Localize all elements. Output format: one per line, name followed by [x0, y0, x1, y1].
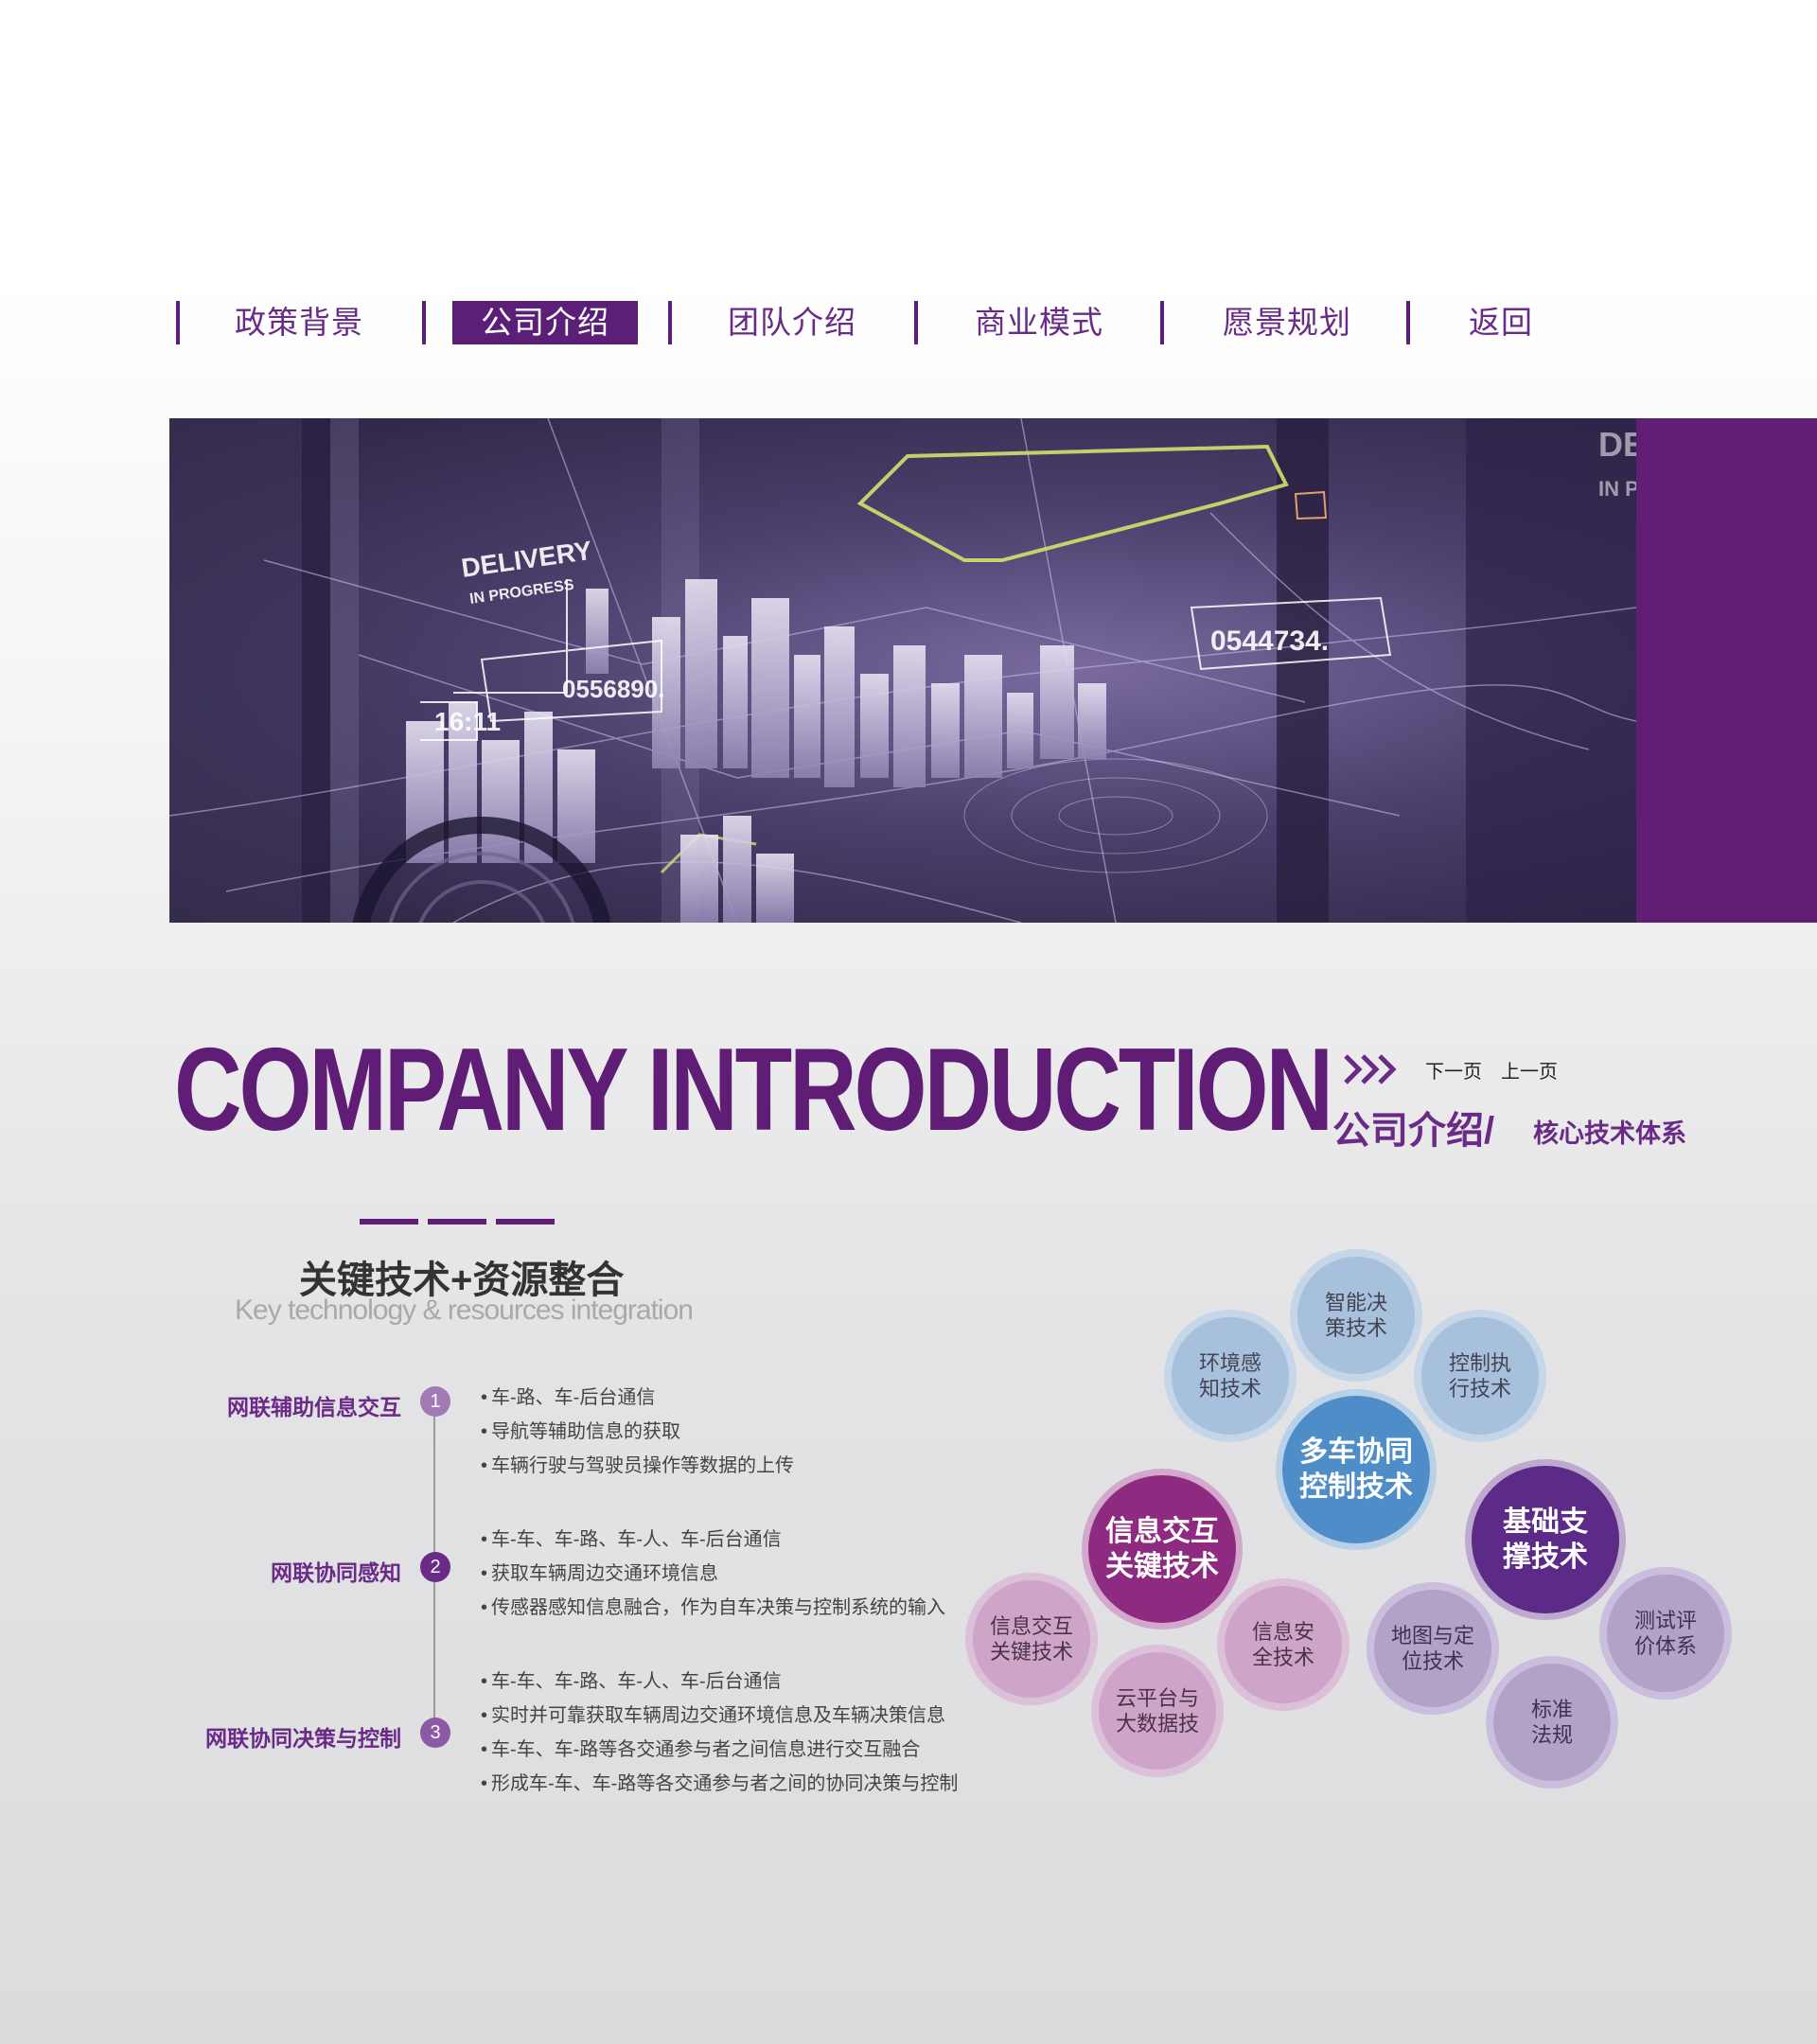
- hud-text-side-2: IN P: [1598, 477, 1636, 501]
- chevron-right-icon: [1344, 1054, 1397, 1084]
- bubble-environment-perception: 环境感知技术: [1164, 1310, 1297, 1442]
- top-nav: 政策背景 公司介绍 团队介绍 商业模式 愿景规划 返回: [176, 301, 1577, 346]
- bubble-info-interaction-center: 信息交互关键技术: [1082, 1469, 1243, 1630]
- bullet-item: 车-车、车-路等各交通参与者之间信息进行交互融合: [481, 1734, 920, 1761]
- deco-bar: [496, 1219, 555, 1225]
- hud-text-side: DE: [1598, 425, 1636, 464]
- bubble-test-evaluation: 测试评价体系: [1599, 1567, 1732, 1700]
- section-subtitle-small: 核心技术体系: [1533, 1119, 1686, 1148]
- bubble-intelligent-decision: 智能决策技术: [1290, 1249, 1422, 1382]
- bubble-info-security: 信息安全技术: [1217, 1578, 1350, 1711]
- bullet-item: 获取车辆周边交通环境信息: [481, 1558, 718, 1585]
- bullet-item: 车-车、车-路、车-人、车-后台通信: [481, 1524, 782, 1551]
- bubble-basic-support: 基础支撑技术: [1465, 1459, 1626, 1620]
- city-hud-image: DELIVERY IN PROGRESS 16:11 0556890. 0544…: [169, 418, 1636, 923]
- section-subtitle: 公司介绍/: [1332, 1110, 1495, 1152]
- section-subheading: Key technology & resources integration: [235, 1295, 694, 1326]
- hud-text-order-2: 0544734.: [1210, 626, 1329, 657]
- timeline-label: 网联辅助信息交互: [227, 1395, 401, 1419]
- timeline-label: 网联协同感知: [271, 1560, 401, 1585]
- bullet-item: 传感器感知信息融合，作为自车决策与控制系统的输入: [481, 1592, 945, 1619]
- nav-divider: [1160, 301, 1164, 344]
- nav-item-team[interactable]: 团队介绍: [697, 301, 887, 344]
- hud-text-progress: IN PROGRESS: [468, 577, 575, 608]
- bubble-multi-vehicle-control: 多车协同控制技术: [1276, 1389, 1437, 1550]
- nav-divider: [914, 301, 918, 344]
- bullet-item: 导航等辅助信息的获取: [481, 1416, 680, 1443]
- bullet-item: 车辆行驶与驾驶员操作等数据的上传: [481, 1450, 794, 1477]
- bullet-item: 实时并可靠获取车辆周边交通环境信息及车辆决策信息: [481, 1700, 945, 1727]
- hero-banner: DELIVERY IN PROGRESS 16:11 0556890. 0544…: [169, 418, 1817, 923]
- bubble-control-execution: 控制执行技术: [1414, 1310, 1546, 1442]
- hud-text-order-1: 0556890.: [562, 675, 664, 703]
- bullet-item: 车-车、车-路、车-人、车-后台通信: [481, 1665, 782, 1693]
- deco-bar: [360, 1219, 418, 1225]
- banner-accent-block: [1636, 418, 1817, 923]
- hud-text-delivery: DELIVERY: [460, 536, 594, 583]
- timeline-number: 3: [420, 1718, 450, 1748]
- bubble-map-positioning: 地图与定位技术: [1367, 1582, 1499, 1715]
- bubble-standards-regulations: 标准法规: [1486, 1656, 1618, 1788]
- prev-page-link[interactable]: 上一页: [1501, 1056, 1558, 1084]
- nav-item-vision[interactable]: 愿景规划: [1192, 301, 1382, 344]
- bubble-info-interaction: 信息交互关键技术: [965, 1573, 1098, 1705]
- timeline-number: 2: [420, 1552, 450, 1582]
- timeline-number: 1: [420, 1386, 450, 1417]
- nav-item-company[interactable]: 公司介绍: [452, 301, 638, 344]
- hud-text-time: 16:11: [434, 707, 501, 736]
- timeline-label: 网联协同决策与控制: [205, 1726, 401, 1751]
- nav-divider: [176, 301, 180, 344]
- bullet-item: 车-路、车-后台通信: [481, 1382, 655, 1409]
- next-page-link[interactable]: 下一页: [1425, 1056, 1482, 1084]
- bubble-cloud-bigdata: 云平台与大数据技: [1091, 1645, 1224, 1777]
- nav-divider: [668, 301, 672, 344]
- page-title: COMPANY INTRODUCTION: [174, 1025, 1333, 1155]
- nav-item-policy[interactable]: 政策背景: [204, 301, 394, 344]
- bullet-item: 形成车-车、车-路等各交通参与者之间的协同决策与控制: [481, 1768, 958, 1795]
- deco-bar: [428, 1219, 486, 1225]
- nav-item-business[interactable]: 商业模式: [944, 301, 1134, 344]
- nav-divider: [422, 301, 426, 344]
- nav-item-back[interactable]: 返回: [1406, 301, 1596, 344]
